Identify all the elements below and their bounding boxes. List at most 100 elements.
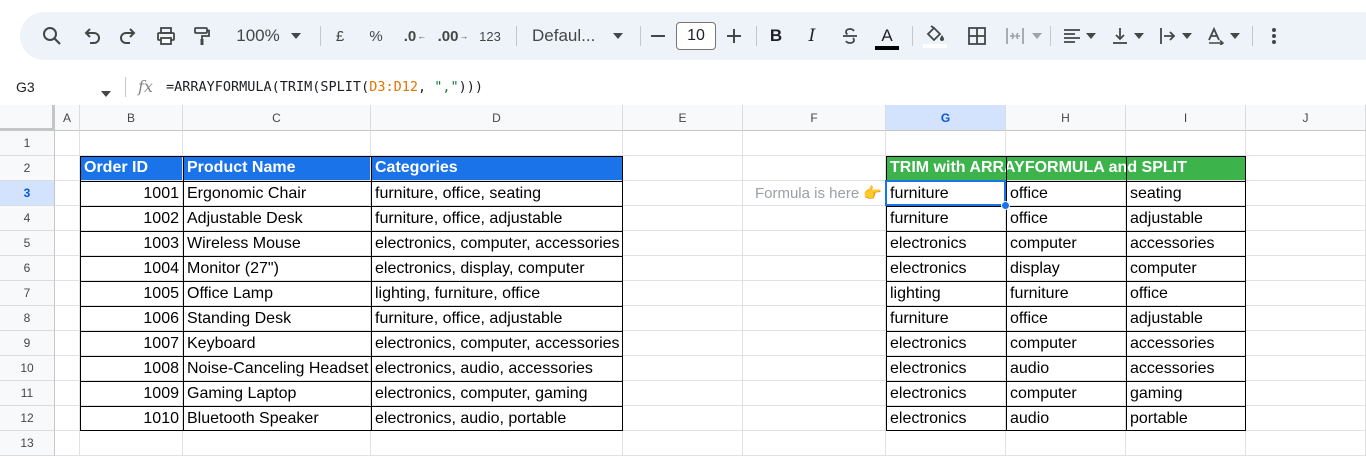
cell[interactable]	[1246, 131, 1366, 156]
column-header-c[interactable]: C	[183, 105, 371, 131]
cell[interactable]	[1246, 356, 1366, 381]
table-cell[interactable]: Keyboard	[183, 332, 371, 355]
result-cell[interactable]: office	[1126, 282, 1246, 305]
redo-icon[interactable]	[112, 12, 144, 60]
cell[interactable]	[743, 431, 886, 456]
wrap-chevron-down-icon[interactable]	[1180, 12, 1194, 60]
result-cell[interactable]: electronics	[886, 257, 1006, 280]
more-options-icon[interactable]	[1260, 12, 1288, 60]
cell[interactable]	[623, 131, 743, 156]
vertical-align-icon[interactable]	[1106, 12, 1134, 60]
bold-button[interactable]: B	[762, 12, 790, 60]
result-cell[interactable]: furniture	[886, 182, 1006, 205]
table-cell[interactable]: Noise-Canceling Headset	[183, 357, 371, 380]
table-cell[interactable]: electronics, audio, portable	[371, 407, 623, 430]
zoom-chevron-down-icon[interactable]	[286, 12, 306, 60]
column-header-i[interactable]: I	[1126, 105, 1246, 131]
name-box-chevron-down-icon[interactable]	[101, 84, 111, 102]
result-cell[interactable]: adjustable	[1126, 307, 1246, 330]
cell[interactable]	[623, 156, 743, 181]
cell[interactable]	[623, 206, 743, 231]
row-header-11[interactable]: 11	[0, 381, 55, 406]
cell[interactable]	[1246, 281, 1366, 306]
cell[interactable]	[743, 356, 886, 381]
table-cell[interactable]: electronics, display, computer	[371, 257, 623, 280]
increase-font-size-icon[interactable]	[722, 12, 746, 60]
cell[interactable]	[1006, 131, 1126, 156]
cell[interactable]	[623, 406, 743, 431]
column-header-e[interactable]: E	[623, 105, 743, 131]
result-cell[interactable]: office	[1006, 307, 1126, 330]
row-header-13[interactable]: 13	[0, 431, 55, 456]
result-cell[interactable]: electronics	[886, 407, 1006, 430]
format-percent-button[interactable]: %	[362, 12, 390, 60]
row-header-1[interactable]: 1	[0, 131, 55, 156]
fill-handle[interactable]	[1001, 201, 1010, 210]
cell[interactable]	[623, 281, 743, 306]
cell[interactable]	[183, 131, 371, 156]
cell[interactable]	[55, 331, 80, 356]
row-header-7[interactable]: 7	[0, 281, 55, 306]
cell[interactable]	[1246, 381, 1366, 406]
cell[interactable]	[1246, 306, 1366, 331]
result-cell[interactable]: electronics	[886, 382, 1006, 405]
row-header-3[interactable]: 3	[0, 181, 55, 206]
cell[interactable]	[1126, 431, 1246, 456]
cell[interactable]	[55, 231, 80, 256]
table-cell[interactable]: electronics, computer, gaming	[371, 382, 623, 405]
strikethrough-icon[interactable]	[836, 12, 864, 60]
table-cell[interactable]: furniture, office, seating	[371, 182, 623, 205]
table-cell[interactable]: Gaming Laptop	[183, 382, 371, 405]
table-cell[interactable]: 1007	[80, 332, 183, 355]
result-cell[interactable]: furniture	[1006, 282, 1126, 305]
result-cell[interactable]: computer	[1006, 332, 1126, 355]
format-currency-button[interactable]: £	[326, 12, 354, 60]
text-rotation-icon[interactable]	[1202, 12, 1230, 60]
result-cell[interactable]: audio	[1006, 357, 1126, 380]
table-cell[interactable]: Ergonomic Chair	[183, 182, 371, 205]
result-cell[interactable]: gaming	[1126, 382, 1246, 405]
text-color-button[interactable]: A	[872, 12, 902, 60]
rotation-chevron-down-icon[interactable]	[1228, 12, 1242, 60]
result-cell[interactable]: display	[1006, 257, 1126, 280]
font-family-select[interactable]: Defaul...	[526, 12, 612, 60]
cell[interactable]	[623, 306, 743, 331]
paint-format-icon[interactable]	[186, 12, 218, 60]
cell[interactable]	[55, 431, 80, 456]
result-cell[interactable]: accessories	[1126, 357, 1246, 380]
result-cell[interactable]: office	[1006, 207, 1126, 230]
decrease-font-size-icon[interactable]	[646, 12, 670, 60]
spreadsheet-grid[interactable]: A B C D E F G H I J 1 2 3 4 5 6 7 8 9 10 11 12 13 Order ID Produ…	[0, 105, 1366, 458]
table-cell[interactable]: Wireless Mouse	[183, 232, 371, 255]
horizontal-align-icon[interactable]	[1058, 12, 1086, 60]
increase-decimal-button[interactable]: .00 →	[434, 12, 472, 60]
table-cell[interactable]: furniture, office, adjustable	[371, 307, 623, 330]
cell[interactable]	[743, 306, 886, 331]
cell[interactable]	[1246, 181, 1366, 206]
formula-input[interactable]: =ARRAYFORMULA(TRIM(SPLIT(D3:D12, ",")))	[166, 72, 483, 102]
table-cell[interactable]: Office Lamp	[183, 282, 371, 305]
cell[interactable]	[743, 406, 886, 431]
result-cell[interactable]: seating	[1126, 182, 1246, 205]
more-formats-button[interactable]: 123	[474, 12, 506, 60]
font-size-input[interactable]: 10	[676, 22, 716, 50]
table-cell[interactable]: 1001	[80, 182, 183, 205]
table-cell[interactable]: 1005	[80, 282, 183, 305]
cell[interactable]	[55, 206, 80, 231]
cell[interactable]	[623, 431, 743, 456]
fill-color-icon[interactable]	[920, 12, 950, 60]
column-header-f[interactable]: F	[743, 105, 886, 131]
table-cell[interactable]: electronics, audio, accessories	[371, 357, 623, 380]
row-header-12[interactable]: 12	[0, 406, 55, 431]
table-header-cell[interactable]: Product Name	[183, 156, 371, 181]
cell[interactable]	[1246, 331, 1366, 356]
row-header-8[interactable]: 8	[0, 306, 55, 331]
cell[interactable]	[743, 281, 886, 306]
undo-icon[interactable]	[76, 12, 108, 60]
table-cell[interactable]: electronics, computer, accessories	[371, 332, 623, 355]
decrease-decimal-button[interactable]: .0 ←	[398, 12, 432, 60]
result-cell[interactable]: furniture	[886, 307, 1006, 330]
row-header-5[interactable]: 5	[0, 231, 55, 256]
name-box[interactable]: G3	[16, 72, 35, 102]
font-chevron-down-icon[interactable]	[608, 12, 628, 60]
